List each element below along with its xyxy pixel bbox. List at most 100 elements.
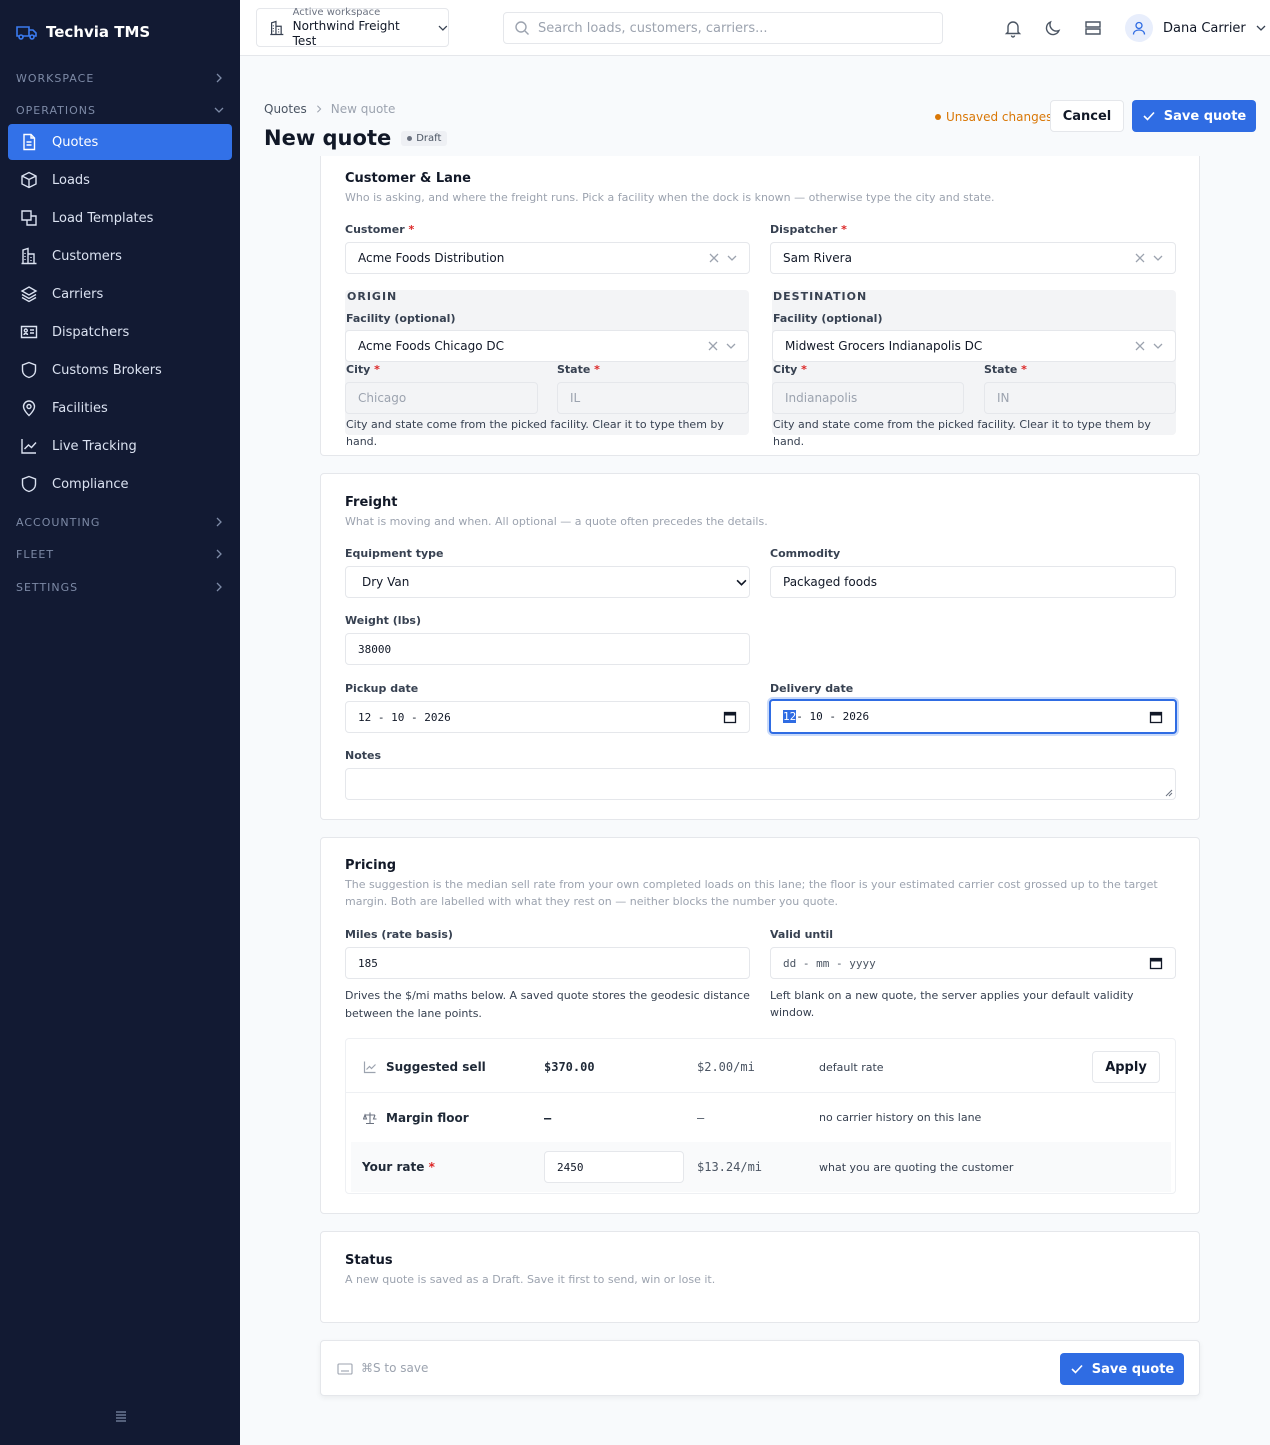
sidebar-item-label: Facilities xyxy=(52,400,108,416)
bell-icon[interactable] xyxy=(1003,18,1023,38)
breadcrumb-quotes-link[interactable]: Quotes xyxy=(264,102,307,116)
required-mark: * xyxy=(801,363,807,376)
resize-handle-icon[interactable] xyxy=(1165,789,1173,797)
truck-icon xyxy=(16,26,37,40)
destination-facility-select[interactable]: Midwest Grocers Indianapolis DC xyxy=(772,330,1176,362)
notes-label: Notes xyxy=(345,749,382,762)
select-value: Acme Foods Chicago DC xyxy=(358,339,504,353)
section-operations[interactable]: OPERATIONS xyxy=(16,100,224,120)
clear-icon[interactable] xyxy=(1135,341,1145,351)
map-pin-icon xyxy=(22,400,36,417)
customer-lane-card: Customer & Lane Who is asking, and where… xyxy=(320,156,1200,456)
notes-textarea[interactable] xyxy=(345,768,1176,800)
section-workspace[interactable]: WORKSPACE xyxy=(16,68,224,88)
layout-icon[interactable] xyxy=(1083,18,1103,38)
topbar: Active workspace Northwind Freight Test … xyxy=(240,0,1270,56)
section-subtitle: Who is asking, and where the freight run… xyxy=(345,191,995,204)
calendar-icon[interactable] xyxy=(1149,956,1163,970)
search-input[interactable] xyxy=(538,20,918,36)
chevron-right-icon xyxy=(216,549,222,559)
clear-icon[interactable] xyxy=(709,253,719,263)
date-value: 12 - 10 - 2026 xyxy=(358,710,451,724)
customer-label: Customer * xyxy=(345,223,414,236)
id-card-icon xyxy=(20,325,38,339)
save-label: Save quote xyxy=(1091,1361,1175,1377)
section-title: Status xyxy=(345,1253,393,1268)
label-text: Dispatcher xyxy=(770,223,838,236)
section-title: Freight xyxy=(345,495,398,510)
apply-button[interactable]: Apply xyxy=(1092,1051,1160,1083)
workspace-switcher[interactable]: Active workspace Northwind Freight Test xyxy=(256,7,449,48)
sidebar-item-dispatchers[interactable]: Dispatchers xyxy=(8,314,232,350)
sidebar-item-label: Customers xyxy=(52,248,122,264)
sidebar-item-carriers[interactable]: Carriers xyxy=(8,276,232,312)
sidebar-item-compliance[interactable]: Compliance xyxy=(8,466,232,502)
section-label: FLEET xyxy=(16,547,55,561)
label-text: State xyxy=(984,363,1018,376)
calendar-icon[interactable] xyxy=(1149,710,1163,724)
weight-input[interactable]: 38000 xyxy=(345,633,750,665)
weight-label: Weight (lbs) xyxy=(345,614,422,627)
margin-floor-basis: no carrier history on this lane xyxy=(819,1111,982,1124)
section-fleet[interactable]: FLEET xyxy=(16,544,224,564)
delivery-date-input[interactable]: 12 - 10 - 2026 xyxy=(769,699,1177,734)
chevron-right-icon xyxy=(216,73,222,83)
sidebar-item-live-tracking[interactable]: Live Tracking xyxy=(8,428,232,464)
sidebar-item-loads[interactable]: Loads xyxy=(8,162,232,198)
destination-state-input[interactable]: IN xyxy=(984,382,1176,414)
building-icon xyxy=(21,247,37,265)
cancel-button[interactable]: Cancel xyxy=(1050,100,1124,132)
section-title: Pricing xyxy=(345,858,397,873)
label-text: City xyxy=(773,363,798,376)
sidebar-item-quotes[interactable]: Quotes xyxy=(8,124,232,160)
brand-name: Techvia TMS xyxy=(46,23,151,41)
your-rate-input[interactable]: 2450 xyxy=(544,1151,684,1183)
calendar-icon[interactable] xyxy=(723,710,737,724)
label-text: Customer xyxy=(345,223,405,236)
customer-select[interactable]: Acme Foods Distribution xyxy=(345,242,750,274)
chevron-down-icon xyxy=(726,343,736,349)
sidebar-item-label: Loads xyxy=(52,172,90,188)
miles-input[interactable]: 185 xyxy=(345,947,750,979)
user-name: Dana Carrier xyxy=(1163,20,1246,36)
section-accounting[interactable]: ACCOUNTING xyxy=(16,512,224,532)
equipment-label: Equipment type xyxy=(345,547,444,560)
margin-floor-label: Margin floor xyxy=(386,1110,469,1125)
valid-until-input[interactable]: dd - mm - yyyy xyxy=(770,947,1176,979)
collapse-sidebar-icon[interactable] xyxy=(112,1408,130,1426)
select-controls xyxy=(708,341,736,351)
search-icon xyxy=(515,21,529,35)
sidebar-item-customers[interactable]: Customers xyxy=(8,238,232,274)
global-search[interactable] xyxy=(503,12,943,44)
delivery-date-label: Delivery date xyxy=(770,682,854,695)
moon-icon[interactable] xyxy=(1043,18,1063,38)
check-icon xyxy=(1071,1364,1083,1374)
destination-hint: City and state come from the picked faci… xyxy=(773,418,1151,448)
dispatcher-select[interactable]: Sam Rivera xyxy=(770,242,1176,274)
your-rate-basis: what you are quoting the customer xyxy=(819,1160,1014,1174)
sidebar-item-label: Dispatchers xyxy=(52,324,130,340)
destination-city-input[interactable]: Indianapolis xyxy=(772,382,964,414)
pickup-date-input[interactable]: 12 - 10 - 2026 xyxy=(345,701,750,733)
commodity-input[interactable]: Packaged foods xyxy=(770,566,1176,598)
section-subtitle: A new quote is saved as a Draft. Save it… xyxy=(345,1273,716,1286)
origin-state-input[interactable]: IL xyxy=(557,382,749,414)
section-settings[interactable]: SETTINGS xyxy=(16,577,224,597)
equipment-select[interactable]: Dry Van xyxy=(345,566,750,598)
user-icon xyxy=(1132,21,1146,35)
sidebar-item-load-templates[interactable]: Load Templates xyxy=(8,200,232,236)
save-quote-button[interactable]: Save quote xyxy=(1132,100,1256,132)
sidebar-item-facilities[interactable]: Facilities xyxy=(8,390,232,426)
clear-icon[interactable] xyxy=(708,341,718,351)
origin-city-input[interactable]: Chicago xyxy=(345,382,538,414)
user-menu[interactable]: Dana Carrier xyxy=(1125,14,1266,42)
sidebar-item-label: Live Tracking xyxy=(52,438,137,454)
chart-line-icon xyxy=(21,439,37,454)
footer-save-quote-button[interactable]: Save quote xyxy=(1060,1353,1184,1385)
origin-facility-select[interactable]: Acme Foods Chicago DC xyxy=(345,330,749,362)
avatar xyxy=(1125,14,1153,42)
clear-icon[interactable] xyxy=(1135,253,1145,263)
brand[interactable]: Techvia TMS xyxy=(16,20,150,44)
select-controls xyxy=(1135,341,1163,351)
sidebar-item-customs-brokers[interactable]: Customs Brokers xyxy=(8,352,232,388)
